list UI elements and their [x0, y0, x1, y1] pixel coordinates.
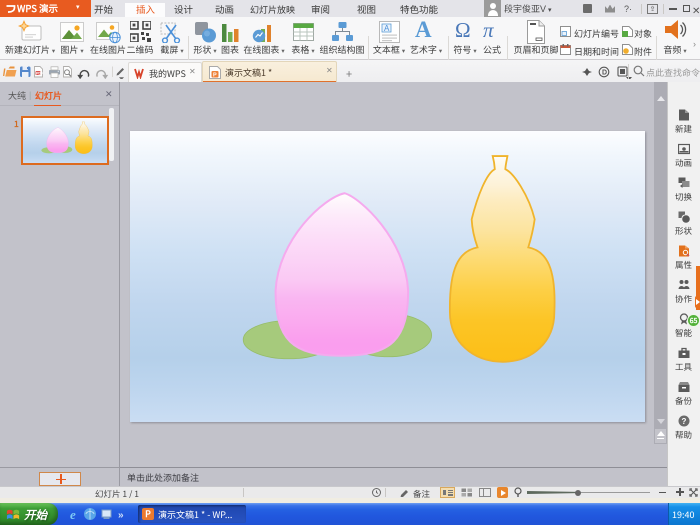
- svg-text:A: A: [384, 24, 390, 33]
- svg-text:PDF: PDF: [36, 72, 44, 76]
- svg-text:e: e: [70, 507, 76, 522]
- svg-text:»: »: [118, 510, 124, 521]
- svg-text:?: ?: [682, 417, 687, 426]
- svg-text:P: P: [213, 72, 217, 78]
- svg-text:D: D: [602, 70, 607, 77]
